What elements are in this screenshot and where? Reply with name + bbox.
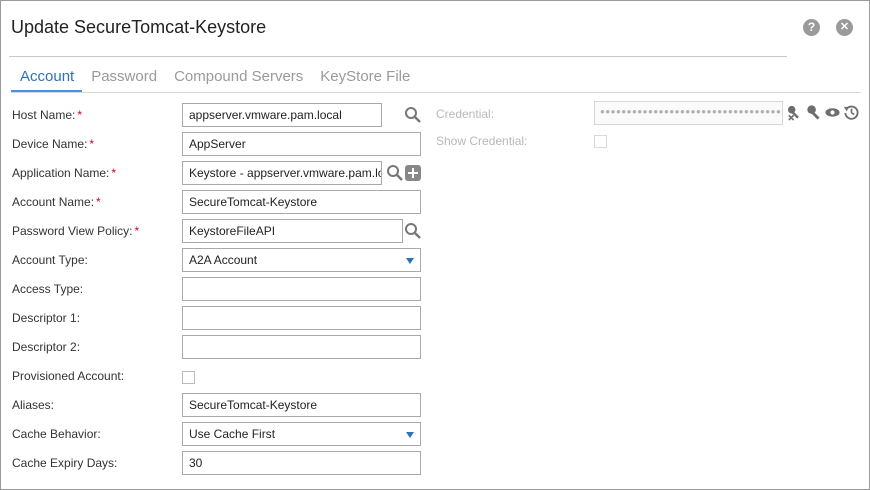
tab-bar: Account Password Compound Servers KeySto…: [11, 59, 418, 93]
add-application-icon[interactable]: [405, 165, 421, 181]
application-name-input[interactable]: Keystore - appserver.vmware.pam.local: [182, 161, 382, 185]
eye-icon[interactable]: [824, 104, 841, 121]
tab-keystore-file[interactable]: KeyStore File: [311, 59, 418, 93]
required-marker: *: [96, 195, 101, 209]
cache-expiry-days-label: Cache Expiry Days:: [12, 456, 118, 470]
descriptor-2-input[interactable]: [182, 335, 421, 359]
tab-account[interactable]: Account: [11, 59, 83, 93]
required-marker: *: [111, 166, 117, 180]
show-credential-checkbox[interactable]: [594, 135, 607, 148]
cache-behavior-label: Cache Behavior:: [12, 427, 101, 441]
host-name-label: Host Name: *: [12, 108, 82, 122]
update-account-dialog: Update SecureTomcat-Keystore ? ✕ Account…: [0, 0, 870, 490]
account-type-label: Account Type:: [12, 253, 88, 267]
password-view-policy-label: Password View Policy: *: [12, 224, 139, 238]
host-name-label-text: Host Name:: [12, 108, 76, 122]
device-name-label: Device Name: *: [12, 137, 94, 151]
host-name-input[interactable]: appserver.vmware.pam.local: [182, 103, 382, 127]
cache-expiry-days-input[interactable]: 30: [182, 451, 421, 475]
password-view-policy-input[interactable]: KeystoreFileAPI: [182, 219, 403, 243]
account-name-label: Account Name: *: [12, 195, 101, 209]
account-name-label-text: Account Name:: [12, 195, 95, 209]
aliases-label: Aliases:: [12, 398, 55, 412]
host-search-icon[interactable]: [404, 106, 422, 124]
descriptor-1-label: Descriptor 1:: [12, 311, 81, 325]
required-marker: *: [89, 137, 95, 151]
policy-search-icon[interactable]: [404, 222, 422, 240]
required-marker: *: [77, 108, 83, 122]
tab-password[interactable]: Password: [82, 59, 165, 93]
password-view-policy-label-text: Password View Policy:: [12, 224, 133, 238]
access-type-label: Access Type:: [12, 282, 84, 296]
account-name-input[interactable]: SecureTomcat-Keystore: [182, 190, 421, 214]
close-icon[interactable]: ✕: [836, 19, 853, 36]
credential-input: ●●●●●●●●●●●●●●●●●●●●●●●●●●●●●●●●●●●●: [594, 101, 783, 125]
provisioned-account-label: Provisioned Account:: [12, 369, 125, 383]
dropdown-arrow-icon: [406, 258, 414, 264]
key-remove-icon[interactable]: [786, 104, 803, 121]
tab-compound-servers[interactable]: Compound Servers: [165, 59, 311, 93]
cache-behavior-value: Use Cache First: [189, 427, 276, 441]
dialog-title: Update SecureTomcat-Keystore: [11, 17, 267, 37]
device-name-input[interactable]: AppServer: [182, 132, 421, 156]
required-marker: *: [134, 224, 140, 238]
descriptor-2-label: Descriptor 2:: [12, 340, 81, 354]
application-name-label: Application Name: *: [12, 166, 116, 180]
descriptor-1-input[interactable]: [182, 306, 421, 330]
history-icon[interactable]: [843, 104, 860, 121]
application-search-icon[interactable]: [386, 164, 404, 182]
access-type-input[interactable]: [182, 277, 421, 301]
title-divider: [9, 56, 787, 57]
provisioned-account-checkbox[interactable]: [182, 371, 195, 384]
device-name-label-text: Device Name:: [12, 137, 88, 151]
dropdown-arrow-icon: [406, 432, 414, 438]
credential-label: Credential:: [436, 107, 495, 121]
show-credential-label: Show Credential:: [436, 134, 528, 148]
tab-divider: [11, 92, 861, 93]
help-icon[interactable]: ?: [803, 19, 820, 36]
account-type-select[interactable]: A2A Account: [182, 248, 421, 272]
account-type-value: A2A Account: [189, 253, 258, 267]
cache-behavior-select[interactable]: Use Cache First: [182, 422, 421, 446]
aliases-input[interactable]: SecureTomcat-Keystore: [182, 393, 421, 417]
application-name-label-text: Application Name:: [12, 166, 110, 180]
key-icon[interactable]: [805, 104, 822, 121]
